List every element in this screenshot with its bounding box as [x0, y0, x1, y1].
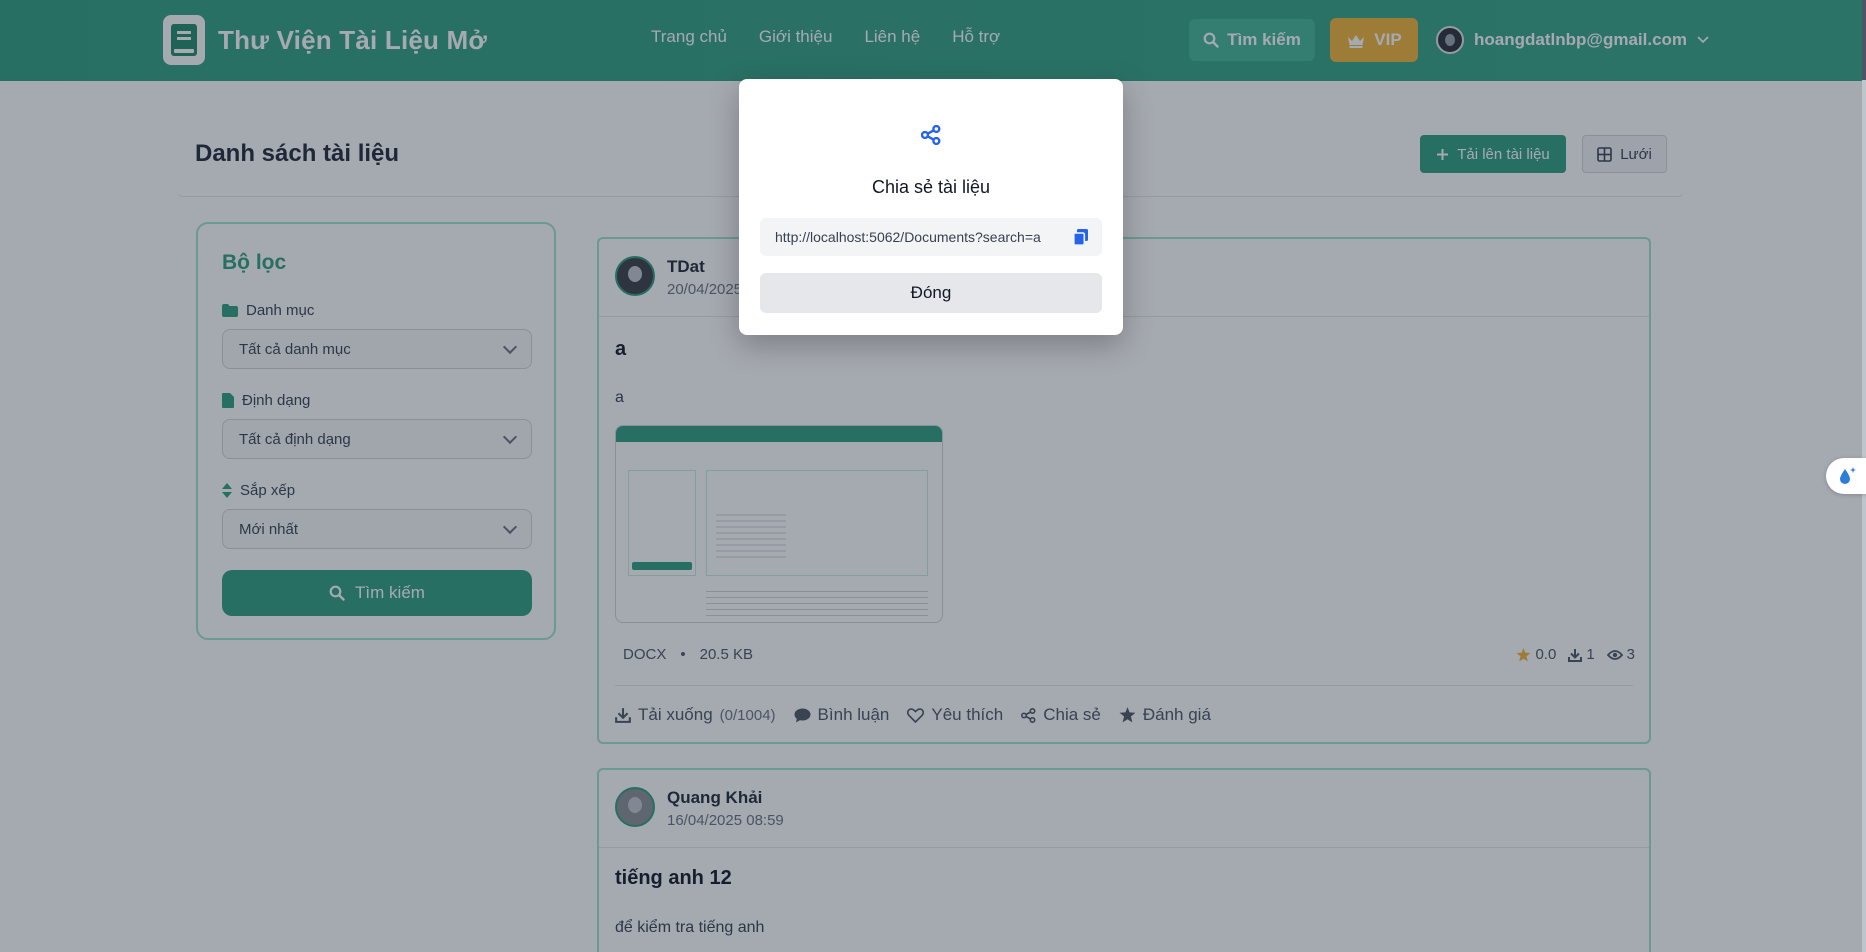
droplet-sparkle-icon: [1840, 467, 1856, 484]
share-modal: Chia sẻ tài liệu Đóng: [739, 79, 1123, 335]
floating-widget-button[interactable]: [1826, 458, 1866, 494]
scrollbar-thumb[interactable]: [1862, 0, 1866, 80]
share-link-box: [760, 218, 1102, 256]
share-icon: [921, 125, 941, 145]
modal-title: Chia sẻ tài liệu: [871, 177, 991, 197]
share-url-input[interactable]: [775, 229, 1063, 245]
copy-icon[interactable]: [1073, 228, 1089, 246]
close-button[interactable]: Đóng: [760, 273, 1102, 313]
